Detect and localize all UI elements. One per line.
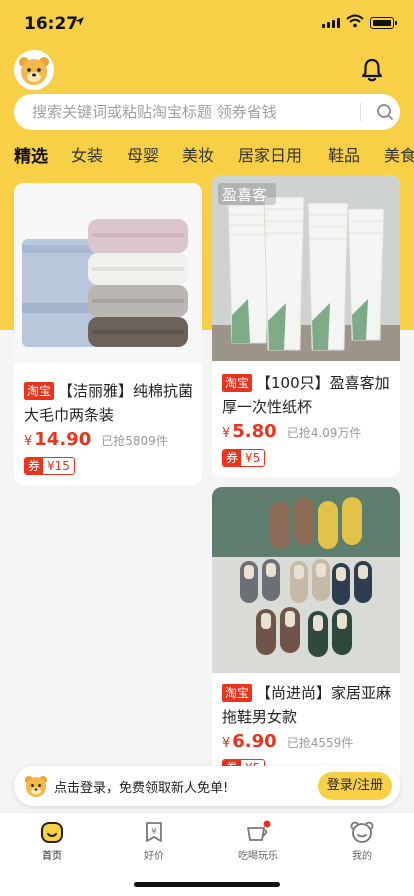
price-currency: ¥ — [222, 736, 231, 751]
sold-count: 已抢5809件 — [101, 434, 168, 448]
product-title: 淘宝 【尚进尚】家居亚麻拖鞋男女款 — [222, 684, 392, 726]
tabbar-item-home[interactable]: 首页 — [22, 819, 82, 862]
price-currency: ¥ — [24, 434, 33, 449]
tab-shoes[interactable]: 鞋品 — [328, 142, 360, 166]
sold-count: 已抢4.09万件 — [286, 426, 362, 440]
avatar[interactable] — [14, 50, 54, 90]
cups-brand-text: 盈喜客 — [222, 186, 267, 204]
svg-text:¥: ¥ — [151, 827, 157, 837]
tabbar-label: 我的 — [352, 851, 372, 862]
tabbar-item-food-fun[interactable]: 吃喝玩乐 — [228, 819, 288, 862]
home-indicator — [134, 882, 280, 887]
login-register-button[interactable]: 登录/注册 — [318, 772, 392, 800]
coupon-value: ¥5 — [241, 450, 265, 466]
bear-profile-icon — [350, 821, 374, 843]
product-image-towels — [14, 183, 202, 363]
sold-count: 已抢4559件 — [286, 736, 354, 750]
home-icon — [41, 822, 63, 843]
status-time: 16:27 — [24, 14, 79, 34]
tab-baby[interactable]: 母婴 — [127, 142, 159, 166]
taobao-tag: 淘宝 — [222, 684, 253, 702]
product-card-paper-cups[interactable]: 盈喜客 淘宝 【100只】盈喜客加厚一次性纸杯 ¥ 5.80 已抢4.09万件 券… — [212, 175, 400, 477]
product-card-slippers[interactable]: 淘宝【尚进尚】家居亚麻拖鞋男女款 ¥ 6.90 已抢4559件 券 ¥5 — [212, 487, 400, 787]
search-input[interactable] — [32, 94, 342, 130]
search-divider — [360, 103, 361, 121]
tab-household[interactable]: 居家日用 — [238, 142, 302, 166]
product-card-towels[interactable]: 淘宝 【洁丽雅】纯棉抗菌大毛巾两条装 ¥ 14.90 已抢5809件 券 ¥15 — [14, 183, 202, 485]
price-value: 6.90 — [232, 731, 277, 752]
bear-mascot-icon — [25, 776, 47, 797]
price-row: ¥ 5.80 已抢4.09万件 — [222, 421, 361, 442]
tabbar-item-deals[interactable]: ¥ 好价 — [124, 819, 184, 862]
tabbar-item-profile[interactable]: 我的 — [332, 819, 392, 862]
coupon-badge: 券 ¥15 — [24, 457, 75, 475]
wifi-icon — [346, 14, 364, 28]
price-currency: ¥ — [222, 426, 231, 441]
cup-icon — [247, 820, 271, 841]
search-bar — [14, 94, 400, 130]
price-row: ¥ 14.90 已抢5809件 — [24, 429, 168, 450]
price-tag-icon: ¥ — [146, 822, 162, 842]
location-arrow-icon — [75, 17, 84, 26]
coupon-label: 券 — [223, 450, 242, 466]
tabbar-label: 首页 — [42, 851, 62, 862]
tab-women[interactable]: 女装 — [71, 142, 103, 166]
tab-beauty[interactable]: 美妆 — [182, 142, 214, 166]
status-bar: 16:27 — [0, 0, 414, 48]
product-title: 淘宝 【100只】盈喜客加厚一次性纸杯 — [222, 374, 390, 416]
cellular-signal-icon — [322, 18, 340, 28]
taobao-tag: 淘宝 — [24, 382, 55, 400]
taobao-tag: 淘宝 — [222, 374, 253, 392]
notification-bell-icon[interactable] — [358, 56, 386, 84]
product-image-slippers — [212, 487, 400, 673]
tab-featured[interactable]: 精选 — [14, 142, 48, 167]
search-icon[interactable] — [376, 103, 394, 121]
login-promo-text: 点击登录，免费领取新人免单! — [54, 781, 229, 796]
bear-logo-icon — [14, 50, 54, 90]
price-value: 5.80 — [232, 421, 277, 442]
coupon-badge: 券 ¥5 — [222, 449, 266, 467]
coupon-value: ¥15 — [43, 458, 74, 474]
product-title: 淘宝 【洁丽雅】纯棉抗菌大毛巾两条装 — [24, 382, 194, 424]
price-row: ¥ 6.90 已抢4559件 — [222, 731, 353, 752]
product-image-paper-cups: 盈喜客 — [212, 175, 400, 361]
price-value: 14.90 — [34, 429, 92, 450]
login-banner[interactable]: 点击登录，免费领取新人免单! 登录/注册 — [14, 766, 400, 806]
tab-food[interactable]: 美食 — [384, 142, 414, 166]
tabbar-label: 好价 — [144, 851, 164, 862]
category-tabs: 精选 女装 母婴 美妆 居家日用 鞋品 美食 — [0, 138, 414, 168]
coupon-label: 券 — [25, 458, 44, 474]
tabbar-label: 吃喝玩乐 — [238, 851, 278, 862]
battery-icon — [370, 17, 397, 29]
